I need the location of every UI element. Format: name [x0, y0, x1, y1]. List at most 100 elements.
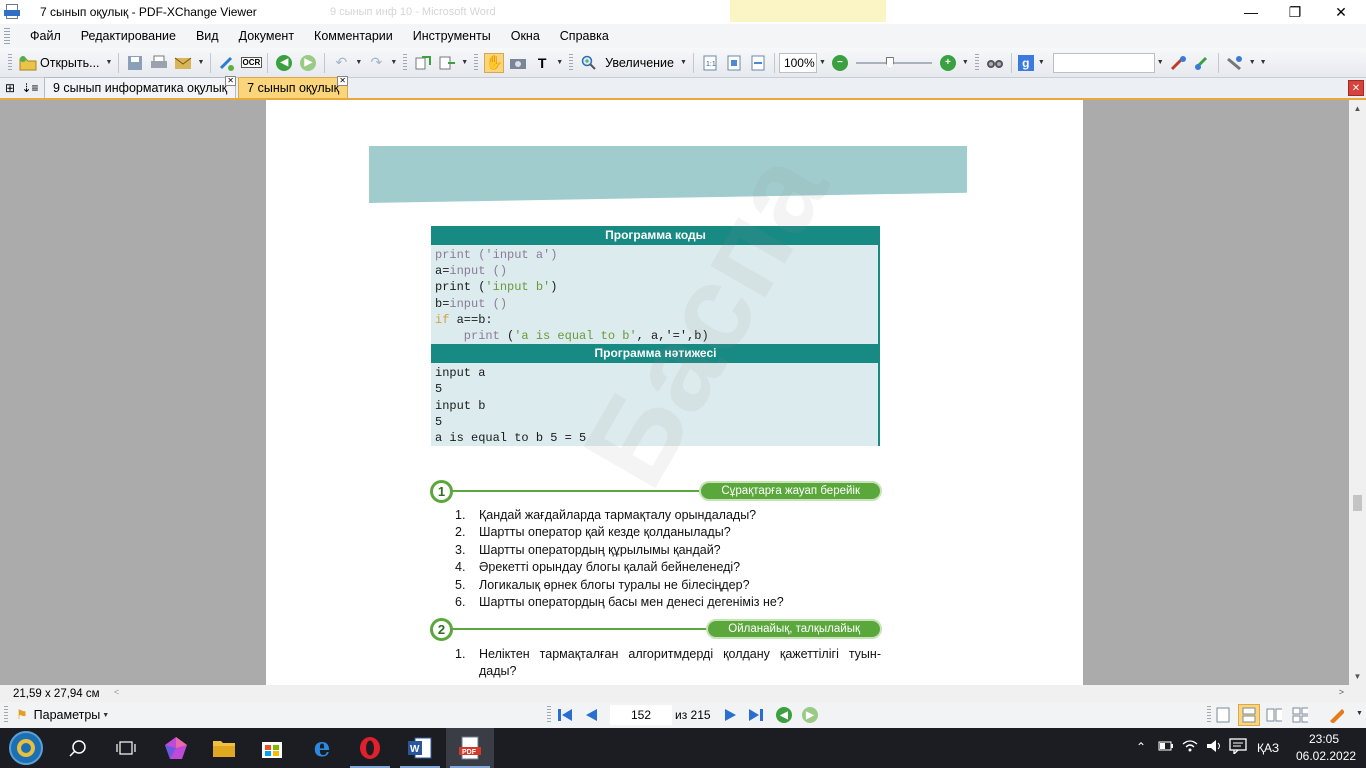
forward-icon[interactable]: ▶ — [298, 53, 318, 73]
tab-close-icon[interactable]: ✕ — [337, 76, 349, 86]
open-folder-icon[interactable] — [18, 53, 38, 73]
clock-time[interactable]: 23:05 — [1309, 732, 1339, 746]
rotate-icon[interactable] — [413, 53, 433, 73]
scroll-down-icon[interactable]: ▼ — [1349, 668, 1366, 685]
snapshot-icon[interactable] — [508, 53, 528, 73]
minimize-button[interactable]: — — [1228, 0, 1274, 24]
search-icon[interactable] — [54, 728, 102, 768]
select-text-icon[interactable]: T — [532, 53, 552, 73]
zoom-tool-button[interactable]: Увеличение — [605, 56, 674, 70]
question-number: 1. — [455, 508, 466, 522]
menu-document[interactable]: Документ — [229, 29, 304, 43]
wifi-icon[interactable] — [1181, 738, 1199, 757]
menu-tools[interactable]: Инструменты — [403, 29, 501, 43]
first-page-icon[interactable] — [557, 707, 573, 723]
continuous-view-icon[interactable] — [1238, 704, 1260, 726]
vertical-scrollbar[interactable]: ▲ ▼ — [1349, 100, 1366, 685]
input-language-indicator[interactable]: ҚАЗ — [1257, 741, 1279, 755]
redo-icon[interactable]: ↷ — [366, 53, 386, 73]
menu-help[interactable]: Справка — [550, 29, 619, 43]
zoom-in-icon[interactable]: + — [938, 53, 958, 73]
actual-size-icon[interactable]: 1:1 — [700, 53, 720, 73]
zoom-level-input[interactable]: 100% — [778, 52, 817, 73]
settings-tools-icon[interactable] — [1225, 53, 1245, 73]
pen-tool-icon[interactable] — [1328, 707, 1344, 723]
print-icon[interactable] — [149, 53, 169, 73]
document-view[interactable]: Программа коды print ('input a') a=input … — [0, 100, 1349, 685]
save-icon[interactable] — [125, 53, 145, 73]
file-explorer-icon[interactable] — [200, 728, 248, 768]
zoom-slider[interactable] — [855, 53, 932, 73]
next-page-icon[interactable] — [723, 707, 739, 723]
single-page-view-icon[interactable] — [1215, 707, 1231, 723]
scroll-up-icon[interactable]: ▲ — [1349, 100, 1366, 117]
undo-icon[interactable]: ↶ — [331, 53, 351, 73]
output-header: Программа нәтижесі — [431, 344, 880, 364]
highlight-icon[interactable] — [1192, 53, 1212, 73]
options-flag-icon[interactable]: ⚑ — [16, 707, 28, 723]
web-search-dropdown[interactable]: ▼ — [1157, 59, 1164, 66]
start-button[interactable] — [2, 728, 50, 768]
menu-file[interactable]: Файл — [20, 29, 71, 43]
back-icon[interactable]: ◀ — [274, 53, 294, 73]
task-view-icon[interactable] — [102, 728, 150, 768]
zoom-level-dropdown[interactable]: ▼ — [819, 59, 826, 66]
show-hidden-icons-icon[interactable]: ⌃ — [1136, 740, 1146, 754]
fit-page-icon[interactable] — [724, 53, 744, 73]
pdf-viewer-app-icon[interactable] — [4, 4, 22, 20]
current-page-input[interactable]: 152 — [610, 705, 672, 725]
taskbar-app-gem-icon[interactable] — [152, 728, 200, 768]
export-icon[interactable] — [437, 53, 457, 73]
menu-comments[interactable]: Комментарии — [304, 29, 403, 43]
background-window-title: 9 сынып инф 10 - Microsoft Word — [330, 6, 496, 18]
hand-tool-icon[interactable]: ✋ — [484, 52, 505, 73]
ocr-icon[interactable]: OCR — [240, 53, 263, 73]
open-button[interactable]: Открыть... — [40, 56, 100, 70]
open-dropdown-arrow[interactable]: ▼ — [106, 59, 113, 66]
email-icon[interactable] — [173, 53, 193, 73]
menu-windows[interactable]: Окна — [501, 29, 550, 43]
fit-width-icon[interactable] — [748, 53, 768, 73]
scrollbar-thumb[interactable] — [1353, 495, 1362, 511]
scan-icon[interactable] — [217, 53, 237, 73]
scroll-right-icon[interactable]: > — [1339, 687, 1344, 697]
tab-list-icon[interactable]: ⊞ — [0, 78, 20, 98]
question-number: 3. — [455, 542, 466, 557]
tab-sort-icon[interactable]: ⇣≡ — [20, 78, 40, 98]
zoom-slider-thumb[interactable] — [885, 56, 894, 69]
close-button[interactable]: ✕ — [1318, 0, 1364, 24]
tab-close-icon[interactable]: ✕ — [225, 76, 237, 86]
question-item: 1. Неліктен тармақталған алгоритмдерді қо… — [455, 646, 881, 678]
find-binoculars-icon[interactable] — [985, 53, 1005, 73]
nav-forward-icon[interactable]: ▶ — [802, 707, 818, 723]
previous-page-icon[interactable] — [583, 707, 599, 723]
pdf-xchange-viewer-icon[interactable]: PDF — [446, 728, 494, 768]
opera-browser-icon[interactable] — [346, 728, 394, 768]
tab-7-synyp-okulyk[interactable]: 7 сынып оқулық ✕ — [238, 76, 349, 98]
options-button[interactable]: Параметры — [34, 708, 101, 722]
menu-view[interactable]: Вид — [186, 29, 229, 43]
battery-icon[interactable] — [1158, 740, 1174, 755]
google-search-icon[interactable]: g — [1017, 54, 1034, 71]
zoom-tool-icon[interactable] — [579, 53, 599, 73]
page-header-banner — [369, 146, 967, 203]
scroll-left-icon[interactable]: < — [114, 687, 119, 697]
maximize-button[interactable]: ❐ — [1272, 0, 1318, 24]
last-page-icon[interactable] — [748, 707, 764, 723]
volume-icon[interactable] — [1205, 738, 1223, 757]
nav-back-icon[interactable]: ◀ — [776, 707, 792, 723]
clock-date[interactable]: 06.02.2022 — [1296, 749, 1356, 763]
menu-bar: Файл Редактирование Вид Документ Коммент… — [0, 24, 1366, 48]
edge-browser-icon[interactable]: e — [298, 728, 346, 768]
notification-message-icon[interactable] — [1229, 738, 1247, 757]
zoom-out-icon[interactable]: − — [830, 53, 850, 73]
facing-view-icon[interactable] — [1266, 707, 1282, 723]
menu-edit[interactable]: Редактирование — [71, 29, 186, 43]
close-all-tabs-icon[interactable]: ✕ — [1348, 80, 1364, 96]
stamp-icon[interactable] — [1168, 53, 1188, 73]
continuous-facing-view-icon[interactable] — [1292, 707, 1308, 723]
web-search-input[interactable] — [1052, 52, 1155, 73]
word-icon[interactable]: W — [396, 728, 444, 768]
tab-9-synyp-informatika[interactable]: 9 сынып информатика оқулық ✕ — [44, 76, 237, 98]
microsoft-store-icon[interactable] — [248, 728, 296, 768]
